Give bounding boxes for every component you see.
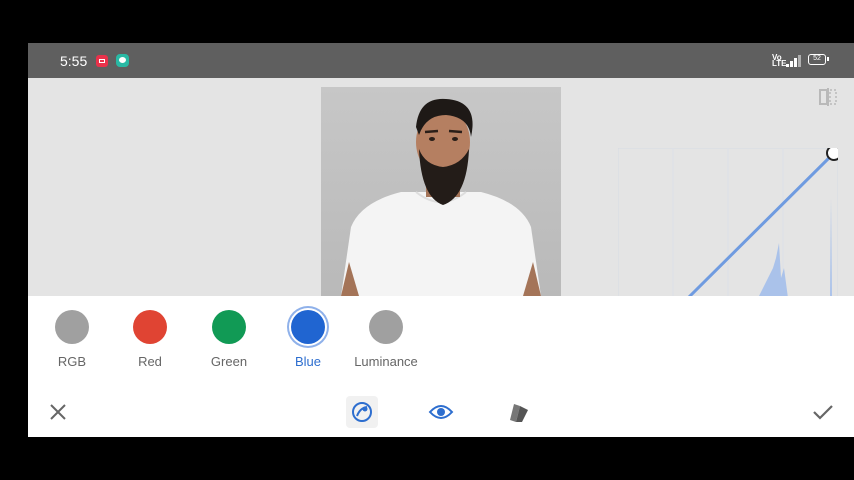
close-icon	[50, 404, 66, 420]
portrait-image	[341, 98, 541, 296]
chat-icon	[116, 54, 129, 67]
channel-rgb-label: RGB	[57, 354, 87, 369]
channel-red-swatch	[133, 310, 167, 344]
volte-indicator: Vo LTE	[772, 53, 787, 68]
curves-icon	[352, 402, 372, 422]
channel-luminance[interactable]: Luminance	[346, 310, 426, 369]
tone-curve[interactable]	[618, 148, 838, 296]
app-screen: 5:55 Vo LTE 52 RGB Red Green Blue Lumina…	[28, 43, 854, 437]
checkmark-icon	[813, 405, 833, 420]
curves-tool-button[interactable]	[346, 396, 378, 428]
signal-icon	[786, 55, 802, 67]
status-time: 5:55	[60, 53, 88, 69]
curve-control-point[interactable]	[826, 148, 838, 161]
channel-luminance-swatch	[369, 310, 403, 344]
compare-icon[interactable]	[818, 87, 838, 107]
channel-blue-swatch	[291, 310, 325, 344]
channel-luminance-label: Luminance	[354, 354, 418, 369]
channel-red-label: Red	[138, 354, 162, 369]
status-bar: 5:55 Vo LTE 52	[28, 43, 854, 78]
channel-green-swatch	[212, 310, 246, 344]
channel-green[interactable]: Green	[189, 310, 269, 369]
bottom-toolbar	[28, 388, 854, 437]
apply-button[interactable]	[807, 396, 839, 428]
channel-rgb-swatch	[55, 310, 89, 344]
editor-canvas[interactable]	[28, 78, 854, 296]
channel-blue-label: Blue	[294, 354, 322, 369]
styles-button[interactable]	[503, 396, 535, 428]
channel-blue[interactable]: Blue	[268, 310, 348, 369]
channel-rgb[interactable]: RGB	[32, 310, 112, 369]
eye-icon	[428, 405, 454, 419]
curve-line	[687, 151, 836, 296]
cancel-button[interactable]	[42, 396, 74, 428]
screen-record-icon	[96, 55, 108, 67]
channel-red[interactable]: Red	[110, 310, 190, 369]
preview-button[interactable]	[425, 396, 457, 428]
styles-icon	[510, 404, 528, 422]
channel-selector: RGB Red Green Blue Luminance	[28, 296, 854, 376]
battery-icon: 52	[808, 54, 829, 65]
photo-preview[interactable]	[321, 87, 561, 296]
channel-green-label: Green	[210, 354, 248, 369]
